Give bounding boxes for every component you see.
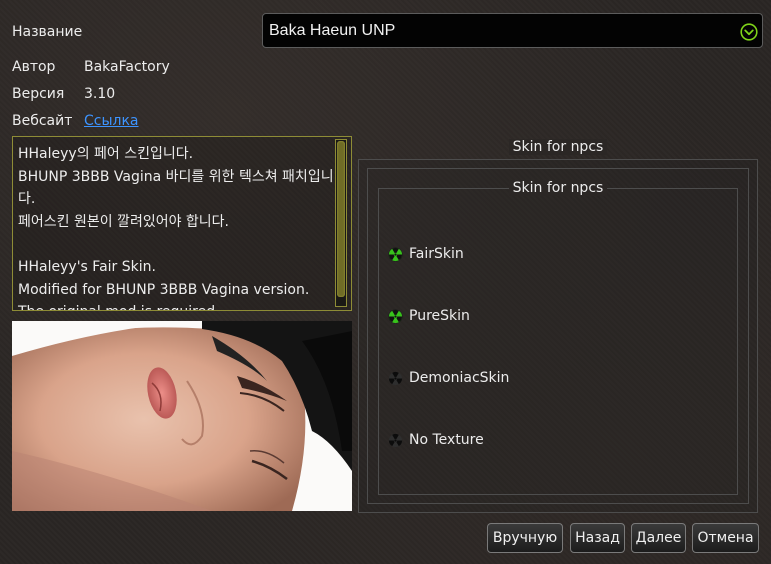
option-demoniacskin[interactable]: DemoniacSkin [388,368,509,388]
description-box[interactable]: HHaleyy의 페어 스킨입니다. BHUNP 3BBB Vagina 바디를… [12,136,352,311]
radiation-icon [388,246,403,262]
website-link[interactable]: Ссылка [84,113,139,129]
description-scrollbar-thumb[interactable] [337,141,345,297]
next-button[interactable]: Далее [631,523,686,553]
name-label: Название [12,24,83,40]
title-combobox-value: Baka Haeun UNP [269,22,396,39]
version-label: Версия [12,86,65,102]
website-label: Вебсайт [12,113,73,129]
version-value: 3.10 [84,86,116,102]
option-label: No Texture [409,432,484,448]
chevron-down-circle-icon[interactable] [740,23,758,41]
author-label: Автор [12,59,56,75]
description-scrollbar[interactable] [335,139,347,307]
option-label: PureSkin [409,308,470,324]
manual-button[interactable]: Вручную [487,523,563,553]
option-no-texture[interactable]: No Texture [388,430,484,450]
options-inner-title-wrap: Skin for npcs [367,180,749,196]
option-fairskin[interactable]: FairSkin [388,244,464,264]
options-inner-group-title: Skin for npcs [508,180,608,196]
option-pureskin[interactable]: PureSkin [388,306,470,326]
cancel-button[interactable]: Отмена [692,523,759,553]
option-label: DemoniacSkin [409,370,510,386]
back-button[interactable]: Назад [570,523,625,553]
options-group-title-wrap: Skin for npcs [358,139,758,155]
option-label: FairSkin [409,246,464,262]
description-text: HHaleyy의 페어 스킨입니다. BHUNP 3BBB Vagina 바디를… [18,146,334,310]
preview-image [12,321,352,511]
title-combobox[interactable]: Baka Haeun UNP [262,13,763,48]
author-value: BakaFactory [84,59,170,75]
radiation-icon [388,371,403,385]
radiation-icon [388,308,403,324]
radiation-icon [388,433,403,447]
options-group-title: Skin for npcs [508,139,608,155]
